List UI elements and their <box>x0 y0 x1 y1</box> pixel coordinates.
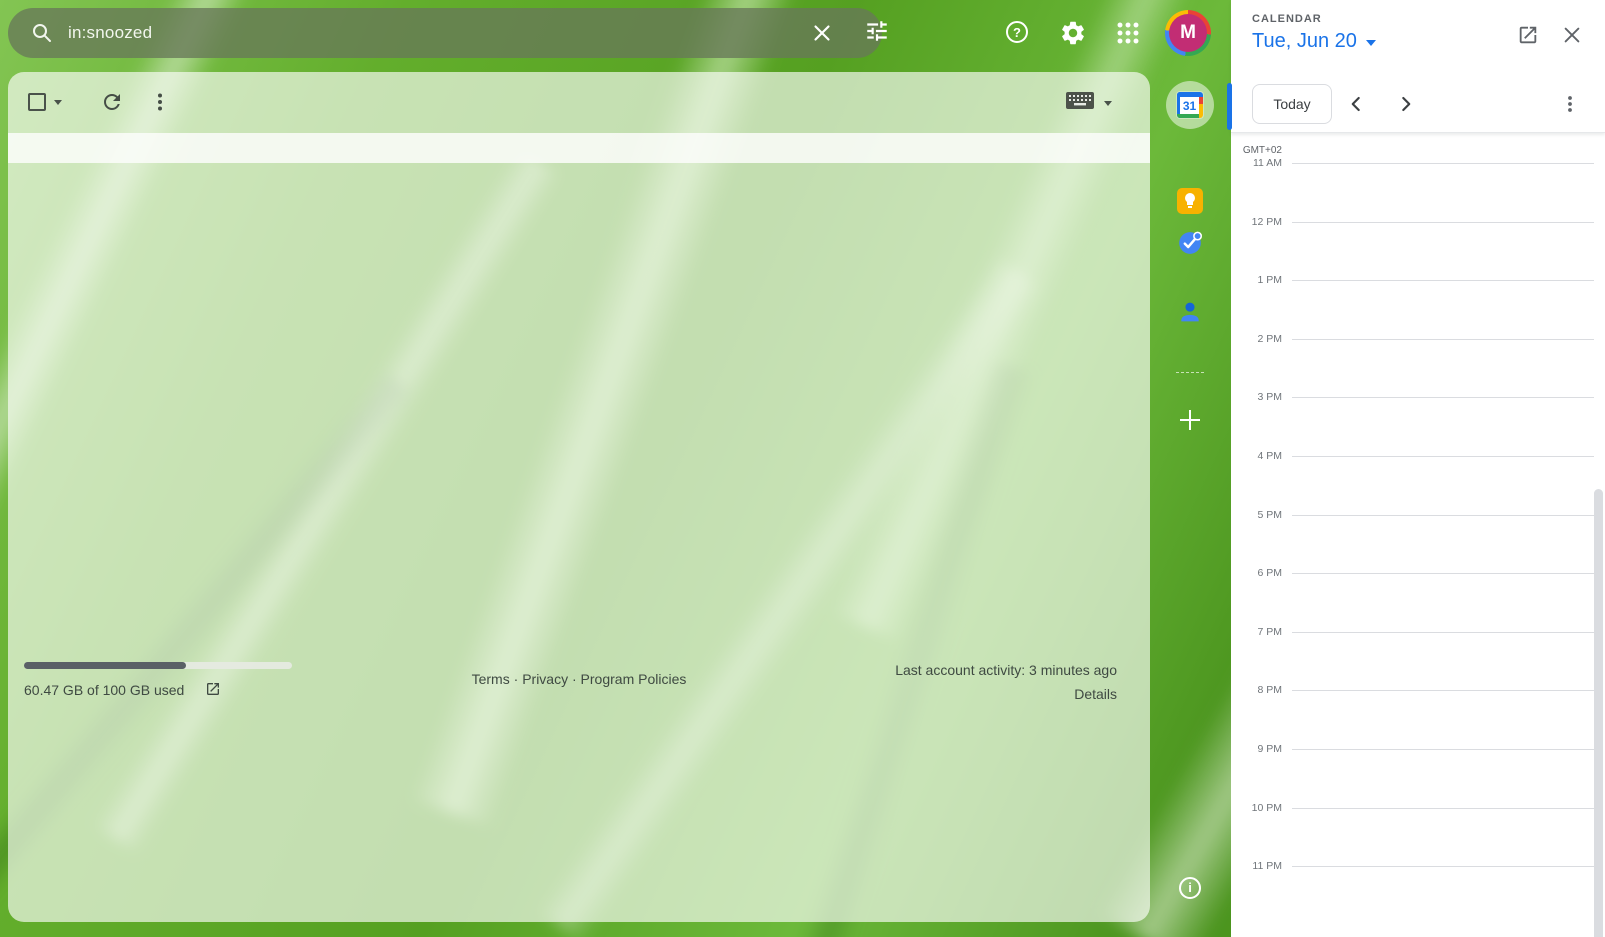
hour-label: 3 PM <box>1231 391 1282 403</box>
hour-line <box>1292 808 1594 809</box>
footer-link-terms[interactable]: Terms <box>472 671 510 687</box>
get-addons-plus-icon[interactable] <box>1178 408 1202 432</box>
open-in-new-icon[interactable] <box>1514 21 1542 49</box>
account-avatar[interactable]: M <box>1165 10 1211 56</box>
hour-line <box>1292 632 1594 633</box>
hour-label: 4 PM <box>1231 450 1282 462</box>
hour-line <box>1292 690 1594 691</box>
hour-line <box>1292 866 1594 867</box>
previous-day-icon[interactable] <box>1343 91 1369 117</box>
settings-gear-icon[interactable] <box>1059 19 1087 47</box>
hour-label: 6 PM <box>1231 567 1282 579</box>
next-day-icon[interactable] <box>1393 91 1419 117</box>
refresh-icon[interactable] <box>98 88 126 116</box>
calendar-date-selector[interactable]: Tue, Jun 20 <box>1252 30 1376 53</box>
date-dropdown-icon <box>1366 40 1376 46</box>
hour-line <box>1292 456 1594 457</box>
calendar-header: CALENDAR Tue, Jun 20 Today <box>1231 0 1605 133</box>
empty-mail-row <box>8 133 1150 163</box>
calendar-rail-icon[interactable]: 31 <box>1177 92 1203 118</box>
hour-line <box>1292 222 1594 223</box>
hour-label: 11 PM <box>1231 860 1282 872</box>
hour-label: 7 PM <box>1231 626 1282 638</box>
hour-line <box>1292 280 1594 281</box>
hour-line <box>1292 749 1594 750</box>
hour-line <box>1292 339 1594 340</box>
google-apps-grid-icon[interactable] <box>1114 19 1142 47</box>
last-account-activity: Last account activity: 3 minutes ago <box>895 662 1117 678</box>
timezone-label: GMT+02 <box>1231 133 1289 159</box>
footer-link-separator: · <box>510 671 522 687</box>
hour-label: 9 PM <box>1231 743 1282 755</box>
hour-line <box>1292 515 1594 516</box>
hour-label: 1 PM <box>1231 274 1282 286</box>
close-panel-icon[interactable] <box>1558 21 1586 49</box>
more-options-icon[interactable] <box>146 88 174 116</box>
search-bar[interactable]: in:snoozed <box>8 8 882 58</box>
input-tools-dropdown-icon[interactable] <box>1104 101 1112 106</box>
keep-rail-icon[interactable] <box>1177 188 1203 214</box>
storage-progress-fill <box>24 662 186 669</box>
search-icon <box>30 21 54 45</box>
info-icon[interactable]: i <box>1179 877 1201 899</box>
hour-line <box>1292 163 1594 164</box>
hour-label: 2 PM <box>1231 333 1282 345</box>
footer-link-privacy[interactable]: Privacy <box>522 671 568 687</box>
search-query[interactable]: in:snoozed <box>68 8 152 58</box>
footer-link-program-policies[interactable]: Program Policies <box>581 671 687 687</box>
footer-link-separator: · <box>568 671 580 687</box>
today-button[interactable]: Today <box>1252 84 1332 124</box>
calendar-date-label: Tue, Jun 20 <box>1252 30 1357 53</box>
hour-label: 8 PM <box>1231 684 1282 696</box>
avatar-letter: M <box>1169 14 1207 52</box>
mail-list-panel: 60.47 GB of 100 GB used Terms · Privacy … <box>8 72 1150 922</box>
storage-progress-bar <box>24 662 292 669</box>
details-link[interactable]: Details <box>1074 686 1117 702</box>
clear-search-icon[interactable] <box>809 20 835 46</box>
hour-label: 12 PM <box>1231 216 1282 228</box>
contacts-rail-icon[interactable] <box>1177 299 1203 325</box>
calendar-scrollbar-thumb[interactable] <box>1594 489 1603 937</box>
input-tools-keyboard-icon[interactable] <box>1066 92 1096 112</box>
help-icon[interactable]: ? <box>1004 19 1032 47</box>
select-dropdown-icon[interactable] <box>54 100 62 105</box>
hour-line <box>1292 573 1594 574</box>
hour-label: 10 PM <box>1231 802 1282 814</box>
hour-label: 5 PM <box>1231 509 1282 521</box>
search-options-icon[interactable] <box>864 18 890 44</box>
tasks-rail-icon[interactable] <box>1177 230 1203 256</box>
calendar-app-label: CALENDAR <box>1252 13 1322 25</box>
calendar-panel: CALENDAR Tue, Jun 20 Today GMT+0 <box>1231 0 1605 937</box>
active-panel-indicator <box>1227 83 1232 130</box>
select-all-checkbox[interactable] <box>28 93 46 111</box>
calendar-overflow-menu-icon[interactable] <box>1557 91 1583 117</box>
calendar-icon-day: 31 <box>1180 97 1199 114</box>
rail-divider <box>1176 372 1204 373</box>
gmail-app: in:snoozed ? M 60 <box>0 0 1605 937</box>
hour-line <box>1292 397 1594 398</box>
calendar-hour-grid: GMT+02 11 AM12 PM1 PM2 PM3 PM4 PM5 PM6 P… <box>1231 133 1605 937</box>
